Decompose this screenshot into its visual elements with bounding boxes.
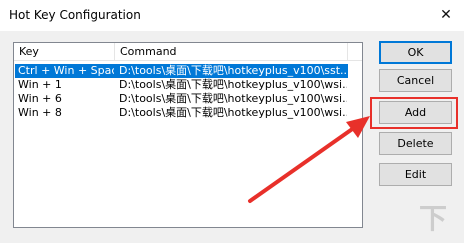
- annotation-arrow-icon: [248, 116, 370, 203]
- hot-key-configuration-dialog: Hot Key Configuration ✕ Key Command Ctrl…: [0, 0, 464, 243]
- watermark-logo: 下: [418, 202, 447, 235]
